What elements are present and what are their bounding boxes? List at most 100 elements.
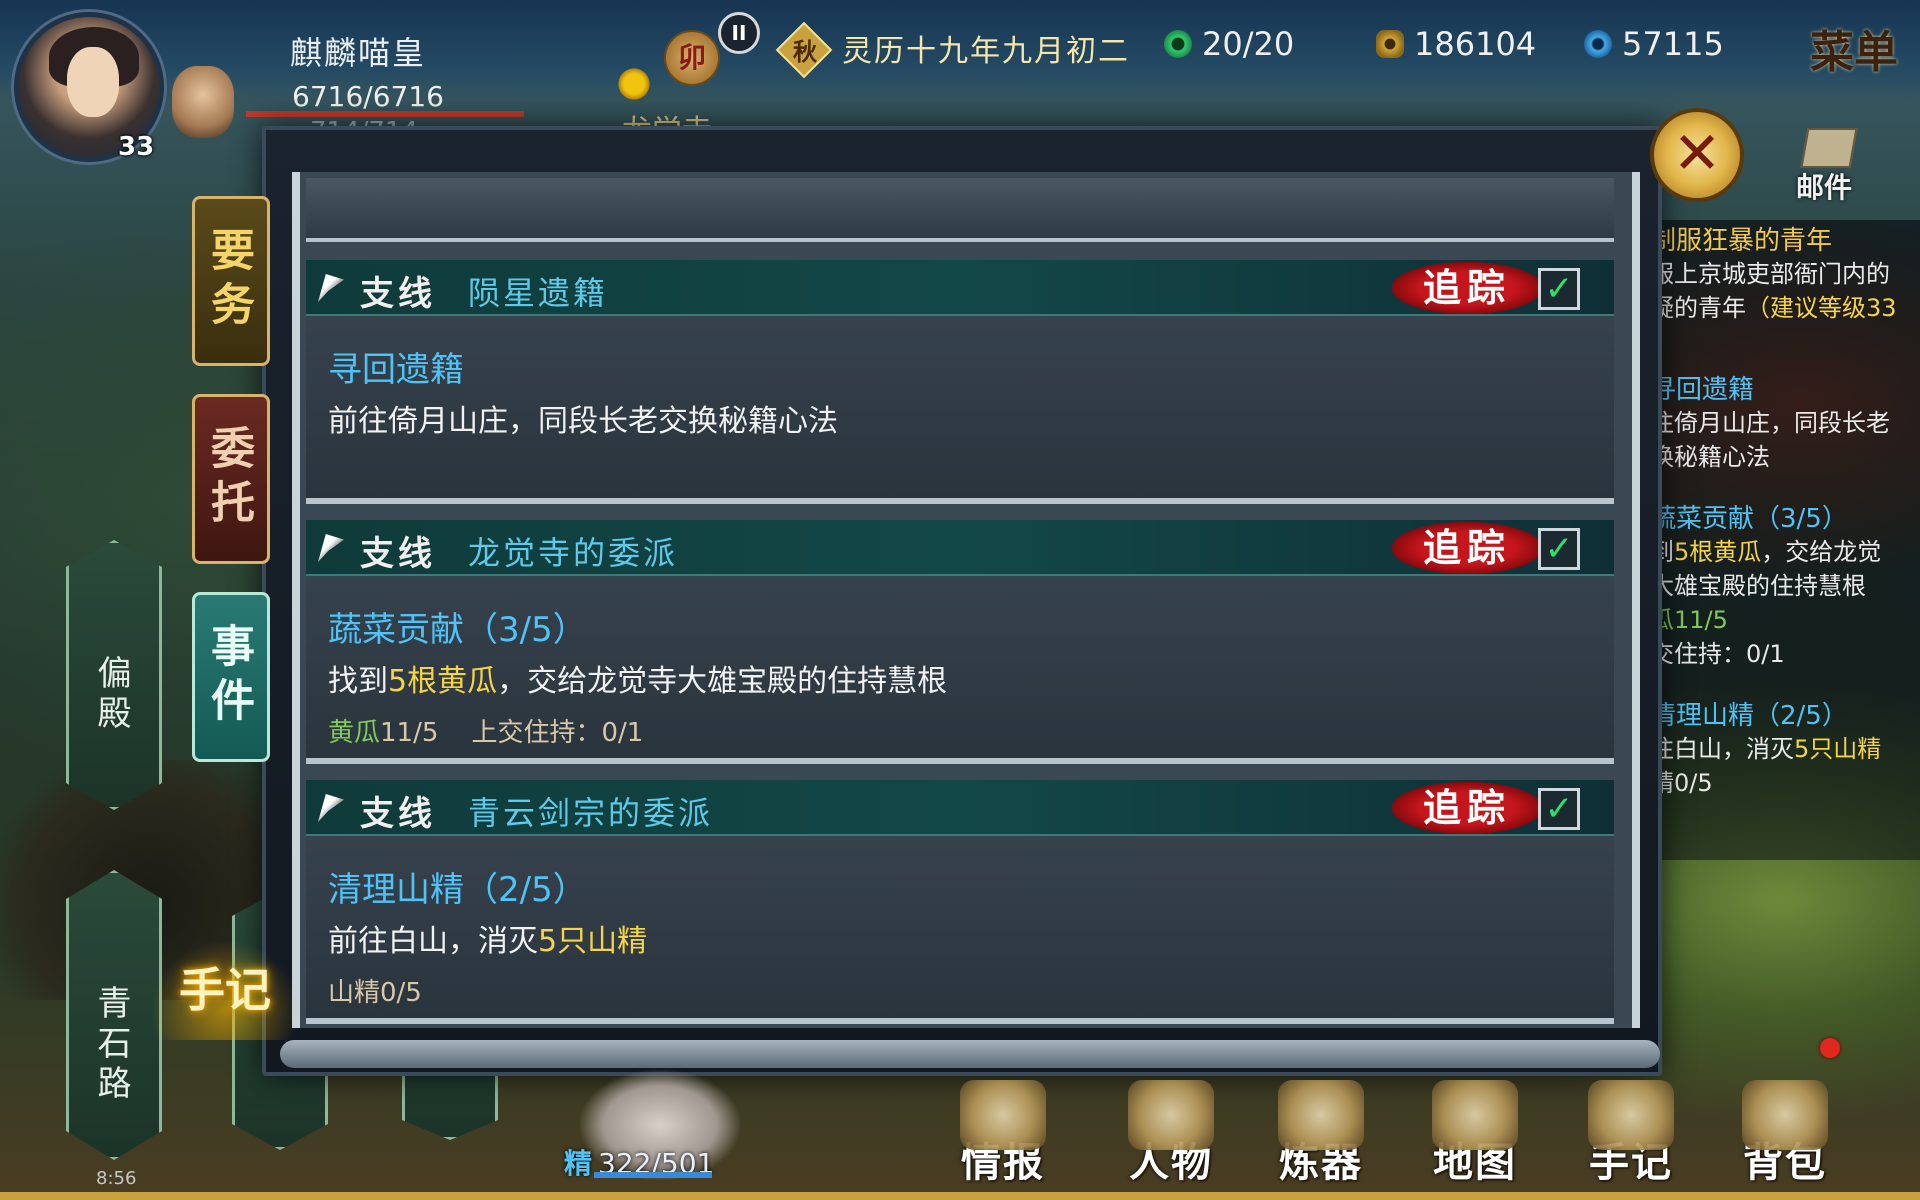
map-marker-stone-road[interactable]: 青石路: [66, 870, 162, 1160]
player-hp: 6716/6716: [292, 80, 444, 113]
tracker-progress: 瓜11/5: [1650, 606, 1728, 634]
track-checkbox[interactable]: ✓: [1538, 528, 1580, 570]
track-checkbox[interactable]: ✓: [1538, 268, 1580, 310]
quest-desc-text: 前往白山，消灭: [328, 924, 538, 959]
tracker-line: 往白山，消灭5只山精: [1650, 732, 1920, 766]
tracker-line: 疑的青年（建议等级33: [1650, 291, 1920, 325]
gem-icon: [1584, 30, 1612, 58]
tracker-line: 服上京城吏部衙门内的: [1650, 260, 1890, 288]
stamina-value: 20/20: [1202, 25, 1295, 63]
progress-handin: 上交住持：0/1: [471, 718, 644, 748]
tracker-item[interactable]: 蔬菜贡献（3/5） 到5根黄瓜，交给龙觉 大雄宝殿的住持慧根 瓜11/5 交住持…: [1650, 498, 1920, 671]
menu-button[interactable]: 菜单: [1810, 16, 1898, 80]
quest-card[interactable]: 支线 青云剑宗的委派 追踪 ✓ 清理山精（2/5） 前往白山，消灭5只山精 山精…: [306, 780, 1614, 1024]
tracker-title: 清理山精（2/5）: [1650, 701, 1848, 731]
tracker-title: 制服狂暴的青年: [1650, 226, 1833, 256]
scroll-icon: [960, 1080, 1046, 1150]
nav-notes-button[interactable]: 手记: [1566, 1080, 1696, 1190]
quest-desc-highlight: 5只山精: [538, 924, 648, 959]
mail-button[interactable]: 邮件: [1796, 166, 1852, 206]
gem-counter[interactable]: 57115: [1574, 24, 1764, 64]
tracker-item[interactable]: 清理山精（2/5） 往白山，消灭5只山精 精0/5: [1650, 695, 1920, 800]
bag-icon: [1742, 1080, 1828, 1150]
nav-bag-button[interactable]: 背包: [1720, 1080, 1850, 1190]
nav-map-button[interactable]: 地图: [1410, 1080, 1540, 1190]
quest-desc-text: 前往倚月山庄，同段长老交换秘籍心法: [328, 404, 838, 439]
notebook-button[interactable]: 手记: [150, 940, 300, 1040]
companion-avatar[interactable]: [172, 66, 234, 138]
tracker-progress: 精0/5: [1650, 769, 1713, 797]
quest-chain-name: 龙觉寺的委派: [468, 534, 679, 572]
bottom-border: [0, 1192, 1920, 1200]
location-label: 龙觉寺: [622, 106, 712, 128]
quest-tracker: 制服狂暴的青年 服上京城吏部衙门内的 疑的青年（建议等级33 寻回遗籍 往倚月山…: [1650, 220, 1920, 824]
tracker-text: 疑的青年: [1650, 294, 1746, 322]
tracker-text: ，交给龙觉: [1761, 538, 1882, 566]
tracker-text: 往白山，消灭: [1650, 735, 1794, 763]
season-label: 秋: [793, 38, 817, 66]
quill-icon: [318, 794, 344, 822]
nav-forge-button[interactable]: 炼器: [1256, 1080, 1386, 1190]
quest-title: 清理山精（2/5）: [328, 870, 587, 910]
character-icon: [1128, 1080, 1214, 1150]
quest-progress: 山精0/5: [328, 972, 422, 1009]
cauldron-icon: [1278, 1080, 1364, 1150]
quest-type-label: 支线: [360, 534, 436, 574]
quest-title: 寻回遗籍: [328, 350, 464, 390]
quill-icon: [318, 534, 344, 562]
quest-desc-highlight: 5根黄瓜: [388, 664, 498, 699]
energy-bar: [594, 1172, 712, 1178]
game-date: 灵历十九年九月初二: [842, 34, 1130, 69]
energy-tag: 精: [564, 1147, 593, 1180]
coin-icon: [1376, 30, 1404, 58]
progress-count: 11/5: [380, 718, 439, 748]
notebook-icon: [1588, 1080, 1674, 1150]
device-clock: 8:56: [96, 1168, 137, 1189]
tracker-line: 往倚月山庄，同段长老: [1650, 409, 1890, 437]
quest-type-label: 支线: [360, 274, 436, 314]
stamina-counter[interactable]: 20/20: [1153, 24, 1335, 64]
track-checkbox[interactable]: ✓: [1538, 788, 1580, 830]
quest-description: 前往倚月山庄，同段长老交换秘籍心法: [328, 396, 838, 440]
tab-commission[interactable]: 委托: [192, 394, 270, 564]
time-seal-icon: 卯: [664, 30, 720, 86]
quest-type-label: 支线: [360, 794, 436, 834]
nav-character-button[interactable]: 人物: [1106, 1080, 1236, 1190]
pause-button[interactable]: II: [718, 12, 760, 54]
gem-value: 57115: [1622, 25, 1724, 63]
track-button[interactable]: 追踪: [1392, 522, 1542, 574]
tab-event[interactable]: 事件: [192, 592, 270, 762]
tracker-item[interactable]: 制服狂暴的青年 服上京城吏部衙门内的 疑的青年（建议等级33: [1650, 220, 1920, 325]
coin-counter[interactable]: 186104: [1365, 24, 1577, 64]
quest-desc-text: 找到: [328, 664, 388, 699]
player-name: 麒麟喵皇: [290, 34, 427, 72]
quest-card-header: 支线 青云剑宗的委派 追踪 ✓: [306, 780, 1614, 836]
track-button[interactable]: 追踪: [1392, 262, 1542, 314]
coin-value: 186104: [1414, 25, 1537, 63]
progress-count: 山精0/5: [328, 978, 422, 1008]
quest-chain-name: 青云剑宗的委派: [468, 794, 714, 832]
quill-icon: [318, 274, 344, 302]
quest-card-header: 支线 陨星遗籍 追踪 ✓: [306, 260, 1614, 316]
close-button[interactable]: ✕: [1650, 108, 1744, 202]
tracker-progress: 交住持：0/1: [1650, 640, 1785, 668]
tracker-line: 换秘籍心法: [1650, 443, 1770, 471]
tracker-item[interactable]: 寻回遗籍 往倚月山庄，同段长老 换秘籍心法: [1650, 369, 1920, 474]
quest-progress: 黄瓜11/5 上交住持：0/1: [328, 712, 643, 749]
nav-info-button[interactable]: 情报: [938, 1080, 1068, 1190]
quest-desc-text: ，交给龙觉寺大雄宝殿的住持慧根: [497, 664, 948, 699]
mail-icon[interactable]: [1800, 128, 1858, 168]
track-button[interactable]: 追踪: [1392, 782, 1542, 834]
quest-card[interactable]: 支线 陨星遗籍 追踪 ✓ 寻回遗籍 前往倚月山庄，同段长老交换秘籍心法: [306, 260, 1614, 504]
tracker-level-hint: （建议等级33: [1746, 294, 1897, 322]
tab-important[interactable]: 要务: [192, 196, 270, 366]
tracker-line: 到5根黄瓜，交给龙觉: [1650, 535, 1920, 569]
tracker-title: 蔬菜贡献（3/5）: [1650, 504, 1848, 534]
quest-card[interactable]: 支线 龙觉寺的委派 追踪 ✓ 蔬菜贡献（3/5） 找到5根黄瓜，交给龙觉寺大雄宝…: [306, 520, 1614, 764]
tracker-highlight: 5只山精: [1794, 735, 1882, 763]
map-marker-side-hall[interactable]: 偏殿: [66, 540, 162, 810]
quest-card-header: 支线 龙觉寺的委派 追踪 ✓: [306, 520, 1614, 576]
quest-title: 蔬菜贡献（3/5）: [328, 610, 587, 650]
notification-dot: [1820, 1038, 1840, 1058]
quest-description: 找到5根黄瓜，交给龙觉寺大雄宝殿的住持慧根: [328, 656, 947, 700]
